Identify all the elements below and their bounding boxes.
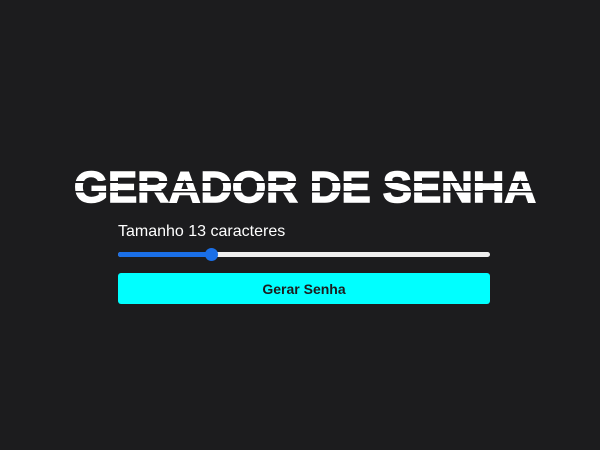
app-title: GERADOR DE SENHA [74,163,536,212]
size-slider[interactable] [118,246,490,262]
app-title-art: GERADOR DE SENHA [60,162,550,212]
size-label-suffix: caracteres [210,223,286,240]
app-title-logo: GERADOR DE SENHA [0,162,600,212]
size-value: 13 [188,223,207,240]
size-label: Tamanho 13 caracteres [118,221,490,243]
size-label-prefix: Tamanho [118,223,184,240]
slider-thumb[interactable] [205,248,218,261]
generator-panel: Tamanho 13 caracteres Gerar Senha [118,221,490,304]
slider-fill [118,252,211,257]
generate-password-button[interactable]: Gerar Senha [118,273,490,304]
